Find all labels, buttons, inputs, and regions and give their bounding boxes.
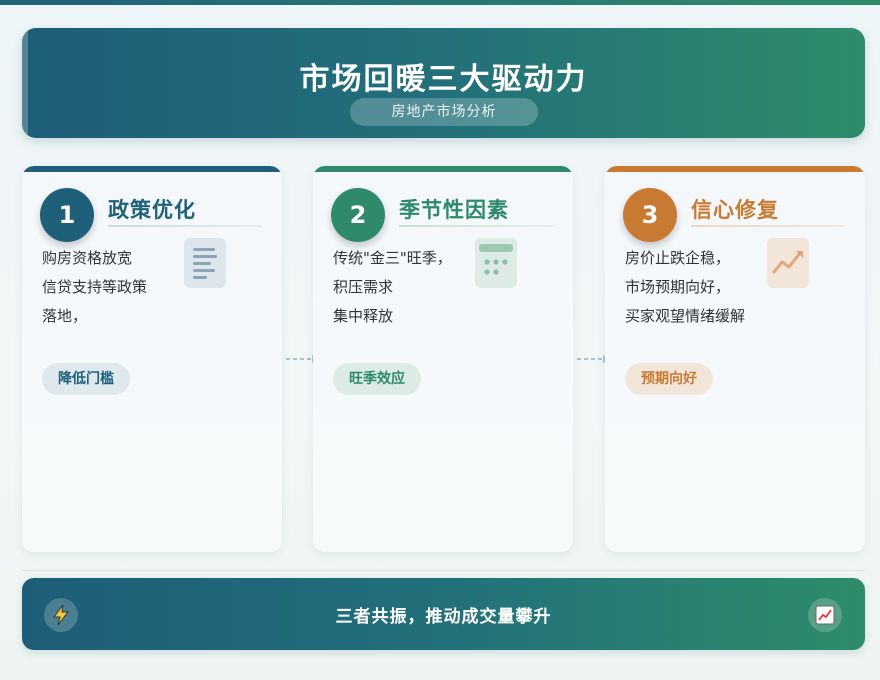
driver-card-policy: 1 政策优化 购房资格放宽 信贷支持等政策 落地， 降低门槛 (22, 166, 282, 552)
card-number-badge: 2 (331, 188, 385, 242)
description-line: 传统"金三"旺季， (333, 249, 452, 267)
card-number-badge: 3 (623, 188, 677, 242)
description-line: 集中释放 (333, 307, 394, 325)
document-icon (184, 238, 226, 288)
card-description: 房价止跌企稳， 市场预期向好， 买家观望情绪缓解 (625, 244, 745, 331)
card-title-underline (108, 225, 262, 227)
card-number-badge: 1 (40, 188, 94, 242)
page-subtitle: 房地产市场分析 (350, 98, 538, 126)
description-line: 积压需求 (333, 278, 394, 296)
card-title: 政策优化 (108, 198, 196, 222)
description-line: 信贷支持等政策 (42, 278, 148, 296)
card-title: 信心修复 (691, 198, 779, 222)
footer-summary: 三者共振，推动成交量攀升 (335, 607, 552, 627)
card-top-bar (22, 166, 282, 172)
description-line: 买家观望情绪缓解 (625, 307, 746, 325)
description-line: 房价止跌企稳， (625, 249, 731, 267)
card-tag: 预期向好 (625, 363, 713, 395)
card-tag: 旺季效应 (333, 363, 421, 395)
footer-banner: 三者共振，推动成交量攀升 (22, 578, 865, 650)
calendar-icon (475, 238, 517, 288)
description-line: 落地， (42, 307, 88, 325)
section-divider (22, 570, 865, 571)
card-top-bar (605, 166, 865, 172)
driver-card-confidence: 3 信心修复 房价止跌企稳， 市场预期向好， 买家观望情绪缓解 预期向好 (605, 166, 865, 552)
header-banner: 市场回暖三大驱动力 房地产市场分析 (22, 28, 865, 138)
card-description: 购房资格放宽 信贷支持等政策 落地， (42, 244, 147, 331)
card-description: 传统"金三"旺季， 积压需求 集中释放 (333, 244, 452, 331)
card-title-underline (691, 225, 845, 227)
page-title: 市场回暖三大驱动力 (299, 62, 588, 97)
card-title: 季节性因素 (399, 198, 509, 222)
card-top-bar (313, 166, 573, 172)
top-accent-strip (0, 0, 880, 5)
trend-up-icon (767, 238, 809, 288)
chart-up-icon (808, 598, 842, 632)
description-line: 市场预期向好， (625, 278, 731, 296)
description-line: 购房资格放宽 (42, 249, 133, 267)
card-tag: 降低门槛 (42, 363, 130, 395)
driver-card-seasonal: 2 季节性因素 传统"金三"旺季， 积压需求 集中释放 旺季效应 (313, 166, 573, 552)
card-title-underline (399, 225, 553, 227)
